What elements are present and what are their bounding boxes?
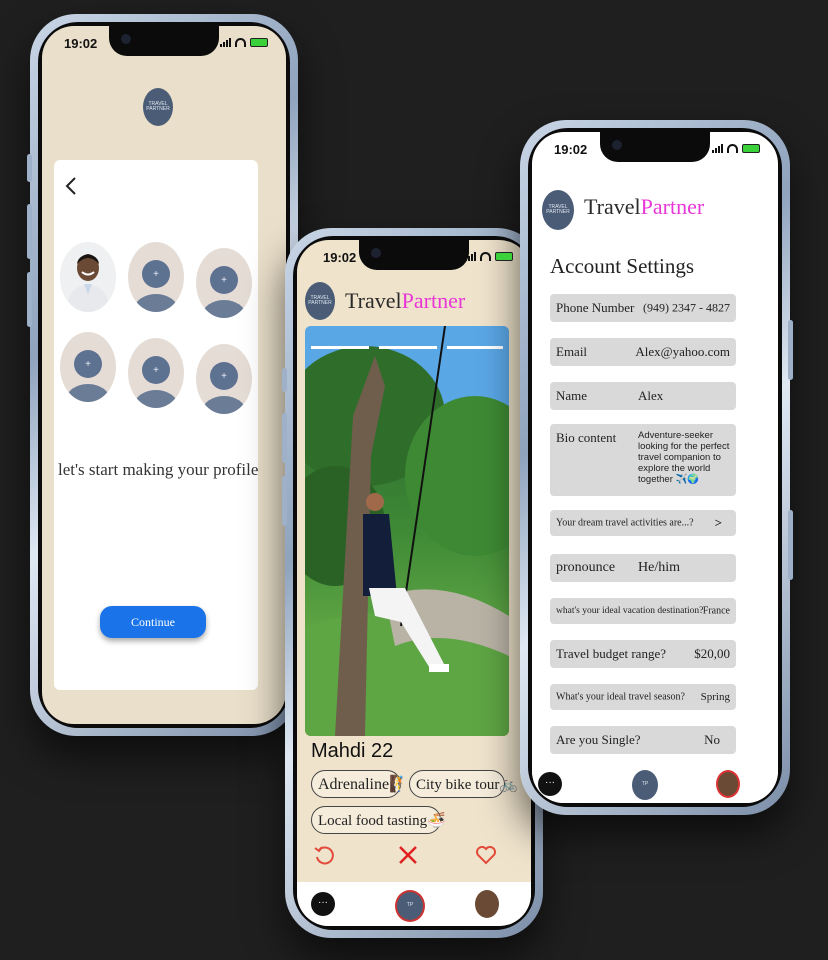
travel-photo (305, 326, 509, 736)
plus-icon: + (153, 364, 159, 376)
profile-avatar-icon[interactable] (475, 890, 499, 918)
continue-button[interactable]: Continue (100, 606, 206, 638)
logo-icon[interactable]: TP (395, 890, 425, 922)
destination-field[interactable]: what's your ideal vacation destination? … (550, 598, 736, 624)
status-bar: 19:02 (532, 142, 778, 162)
profile-avatar-icon[interactable] (716, 770, 740, 798)
profile-setup-screen: 19:02 TRAVEL PARTNER + + + + + let's sta… (42, 26, 286, 724)
logo-icon[interactable]: TP (632, 770, 658, 800)
app-logo: TRAVEL PARTNER (542, 190, 574, 230)
bottom-nav: ··· TP (532, 766, 778, 803)
plus-icon: + (85, 358, 91, 370)
plus-icon: + (221, 370, 227, 382)
photo-slot-filled[interactable] (60, 242, 116, 312)
season-field[interactable]: What's your ideal travel season? Spring (550, 684, 736, 710)
like-heart-icon[interactable] (475, 844, 497, 866)
activities-field[interactable]: Your dream travel activities are...? > (550, 510, 736, 536)
budget-field[interactable]: Travel budget range? $20,00 (550, 640, 736, 668)
plus-icon: + (221, 274, 227, 286)
photo-slot-add[interactable]: + (128, 242, 184, 312)
undo-icon[interactable] (313, 844, 335, 866)
photo-slot-add[interactable]: + (60, 332, 116, 402)
single-field[interactable]: Are you Single? No (550, 726, 736, 754)
brand-title: TravelPartner (345, 288, 466, 313)
phone-number-field[interactable]: Phone Number (949) 2347 - 4827 (550, 294, 736, 322)
interest-tag[interactable]: Adrenaline🧗 (311, 770, 409, 798)
reject-x-icon[interactable] (397, 844, 419, 866)
pronoun-field[interactable]: pronounce He/him (550, 554, 736, 582)
profile-card: + + + + + let's start making your profil… (54, 160, 258, 690)
status-time: 19:02 (323, 250, 357, 265)
name-field[interactable]: Name Alex (550, 382, 736, 410)
email-field[interactable]: Email Alex@yahoo.com (550, 338, 736, 366)
chat-icon[interactable]: ··· (538, 772, 562, 796)
continue-label: Continue (131, 614, 175, 629)
settings-screen: 19:02 TRAVEL PARTNER TravelPartner Accoun… (532, 132, 778, 803)
phone-swipe: 19:02 TRAVEL PARTNER TravelPartner Mahdi… (282, 228, 543, 938)
chevron-left-icon[interactable] (64, 176, 78, 196)
photo-slot-add[interactable]: + (196, 344, 252, 414)
interest-tag[interactable]: Local food tasting🍜 (311, 806, 446, 834)
plus-icon: + (153, 268, 159, 280)
page-title: Account Settings (550, 254, 695, 278)
profile-photo (60, 242, 116, 312)
app-logo: TRAVEL PARTNER (143, 88, 173, 126)
status-bar: 19:02 (297, 250, 531, 270)
profile-prompt: let's start making your profile (58, 460, 259, 479)
chat-icon[interactable]: ··· (311, 892, 335, 916)
brand-title: TravelPartner (584, 194, 705, 219)
bottom-nav: ··· TP (297, 882, 531, 926)
profile-photo-card[interactable] (305, 326, 509, 736)
app-logo: TRAVEL PARTNER (305, 282, 335, 320)
status-time: 19:02 (554, 142, 588, 157)
photo-slot-add[interactable]: + (128, 338, 184, 408)
phone-account-settings: 19:02 TRAVEL PARTNER TravelPartner Accoun… (520, 120, 793, 815)
bio-field[interactable]: Bio content Adventure-seeker looking for… (550, 424, 736, 496)
photo-slot-add[interactable]: + (196, 248, 252, 318)
status-time: 19:02 (64, 36, 98, 51)
swipe-screen: 19:02 TRAVEL PARTNER TravelPartner Mahdi… (297, 240, 531, 926)
interest-tag[interactable]: City bike tour🚲 (409, 770, 518, 798)
chevron-right-icon: > (714, 515, 722, 530)
profile-name-age: Mahdi 22 (311, 740, 394, 762)
phone-profile-setup: 19:02 TRAVEL PARTNER + + + + + let's sta… (27, 14, 298, 736)
status-bar: 19:02 (42, 36, 286, 56)
